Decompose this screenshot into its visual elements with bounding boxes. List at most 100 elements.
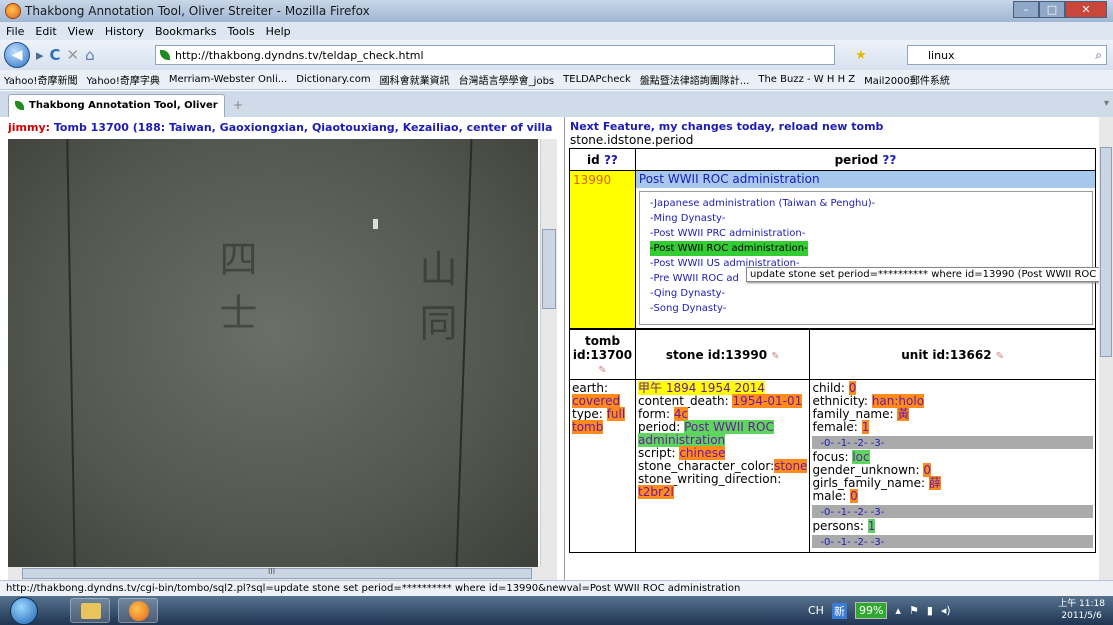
search-icon[interactable]: ⌕ bbox=[1095, 48, 1102, 63]
girls-family-name-value[interactable]: 薛 bbox=[928, 476, 941, 490]
back-button[interactable]: ◀ bbox=[4, 42, 30, 68]
url-bar[interactable]: http://thakbong.dyndns.tv/teldap_check.h… bbox=[155, 45, 835, 65]
ethnicity-value[interactable]: han:holo bbox=[871, 394, 925, 408]
bookmark-item[interactable]: Dictionary.com bbox=[296, 74, 370, 85]
flag-icon[interactable]: ⚑ bbox=[909, 604, 919, 617]
menu-tools[interactable]: Tools bbox=[227, 25, 254, 38]
color-value[interactable]: stone bbox=[774, 459, 808, 473]
period-option-selected[interactable]: -Post WWII ROC administration- bbox=[649, 241, 808, 256]
content-death-value[interactable]: 1954-01-01 bbox=[732, 394, 803, 408]
period-option[interactable]: -Japanese administration (Taiwan & Pengh… bbox=[650, 196, 1082, 211]
field-label: stone_character_color: bbox=[638, 459, 775, 473]
start-button[interactable] bbox=[10, 597, 38, 625]
period-value[interactable]: Post WWII ROC bbox=[684, 420, 774, 434]
focus-value[interactable]: loc bbox=[852, 450, 870, 464]
window-controls: – □ ✕ bbox=[1013, 1, 1107, 18]
stop-button[interactable]: ✕ bbox=[67, 46, 80, 64]
language-indicator[interactable]: CH bbox=[808, 604, 824, 617]
home-button[interactable]: ⌂ bbox=[85, 46, 95, 64]
count-scale[interactable]: -0- -1- -2- -3- bbox=[812, 436, 1093, 449]
earth-value[interactable]: covered bbox=[572, 394, 621, 408]
field-label: ethnicity: bbox=[812, 394, 868, 408]
bookmark-star-icon[interactable]: ★ bbox=[855, 48, 867, 63]
menu-help[interactable]: Help bbox=[266, 25, 291, 38]
period-option[interactable]: -Qing Dynasty- bbox=[650, 286, 1082, 301]
ime-indicator[interactable]: 新 bbox=[831, 602, 847, 619]
period-value[interactable]: administration bbox=[638, 433, 726, 447]
period-option[interactable]: -Ming Dynasty- bbox=[650, 211, 1082, 226]
field-label: male: bbox=[812, 489, 847, 503]
network-icon[interactable]: ▮ bbox=[927, 604, 933, 617]
stone-inscription: 四士 bbox=[213, 239, 257, 347]
bookmark-item[interactable]: Yahoo!奇摩新聞 bbox=[4, 72, 77, 87]
male-value[interactable]: 0 bbox=[850, 489, 858, 503]
window-title: Thakbong Annotation Tool, Oliver Streite… bbox=[25, 4, 370, 18]
reload-button[interactable]: C bbox=[50, 46, 61, 64]
maximize-button[interactable]: □ bbox=[1039, 1, 1065, 18]
tab-list-button[interactable]: ▾ bbox=[1104, 98, 1109, 109]
new-tab-button[interactable]: + bbox=[233, 98, 243, 112]
period-option[interactable]: -Song Dynasty- bbox=[650, 301, 1082, 316]
right-vertical-scrollbar[interactable] bbox=[1099, 117, 1113, 580]
bookmark-item[interactable]: 國科會就業資訊 bbox=[380, 72, 450, 87]
field-label: family_name: bbox=[812, 407, 894, 421]
tray-icon[interactable]: ▴ bbox=[895, 604, 901, 617]
period-option[interactable]: -Post WWII PRC administration- bbox=[650, 226, 1082, 241]
bookmark-item[interactable]: 盤點暨法律諮詢團隊計... bbox=[640, 72, 750, 87]
forward-button[interactable]: ▸ bbox=[36, 46, 44, 64]
tab-bar: Thakbong Annotation Tool, Oliver Str... … bbox=[0, 91, 1113, 133]
field-label: female: bbox=[812, 420, 858, 434]
scroll-thumb[interactable] bbox=[1100, 147, 1112, 357]
bookmark-item[interactable]: The Buzz - W H H Z bbox=[758, 74, 855, 85]
form-value[interactable]: 4c bbox=[673, 407, 689, 421]
female-value[interactable]: 1 bbox=[861, 420, 870, 434]
bookmark-item[interactable]: Merriam-Webster Onli... bbox=[169, 74, 287, 85]
tomb-fields: earth: covered type: full tomb bbox=[569, 379, 636, 553]
count-scale[interactable]: -0- -1- -2- -3- bbox=[812, 535, 1093, 548]
battery-indicator[interactable]: 99% bbox=[854, 602, 888, 619]
edit-icon[interactable]: ✎ bbox=[996, 351, 1004, 362]
edit-icon[interactable]: ✎ bbox=[771, 351, 779, 362]
gender-unknown-value[interactable]: 0 bbox=[923, 463, 932, 477]
bookmark-item[interactable]: Yahoo!奇摩字典 bbox=[86, 72, 159, 87]
minimize-button[interactable]: – bbox=[1013, 1, 1039, 18]
clock[interactable]: 上午 11:18 2011/5/6 bbox=[1058, 598, 1105, 622]
left-horizontal-scrollbar[interactable]: III bbox=[8, 567, 557, 580]
stone-mark bbox=[373, 219, 378, 229]
volume-icon[interactable]: ◂) bbox=[941, 604, 951, 617]
field-label: type: bbox=[572, 407, 603, 421]
menu-edit[interactable]: Edit bbox=[35, 25, 56, 38]
left-vertical-scrollbar[interactable] bbox=[540, 139, 557, 567]
edit-icon[interactable]: ✎ bbox=[598, 365, 606, 376]
explorer-taskbar-icon[interactable] bbox=[70, 598, 110, 623]
menu-history[interactable]: History bbox=[105, 25, 144, 38]
tab-thakbong[interactable]: Thakbong Annotation Tool, Oliver Str... bbox=[8, 94, 225, 133]
scroll-grip: III bbox=[268, 567, 276, 576]
action-links[interactable]: Next Feature, my changes today, reload n… bbox=[570, 120, 883, 133]
help-link[interactable]: ?? bbox=[882, 153, 896, 167]
type-value[interactable]: full bbox=[606, 407, 626, 421]
close-window-button[interactable]: ✕ bbox=[1065, 1, 1107, 18]
child-value[interactable]: 0 bbox=[848, 381, 857, 395]
family-name-value[interactable]: 黃 bbox=[897, 407, 910, 421]
current-period[interactable]: Post WWII ROC administration bbox=[635, 171, 1095, 188]
help-link[interactable]: ?? bbox=[604, 153, 618, 167]
menu-file[interactable]: File bbox=[6, 25, 24, 38]
bookmark-item[interactable]: TELDAPcheck bbox=[563, 74, 631, 85]
type-value[interactable]: tomb bbox=[572, 420, 604, 434]
script-value[interactable]: chinese bbox=[679, 446, 726, 460]
menu-bookmarks[interactable]: Bookmarks bbox=[155, 25, 216, 38]
search-input[interactable]: linux ⌕ bbox=[907, 45, 1107, 65]
firefox-taskbar-icon[interactable] bbox=[118, 598, 158, 623]
bookmark-item[interactable]: 台灣語言學學會_jobs bbox=[459, 72, 554, 87]
menu-view[interactable]: View bbox=[68, 25, 94, 38]
period-cell: Post WWII ROC administration -Japanese a… bbox=[634, 170, 1097, 329]
stone-dates[interactable]: 甲午 1894 1954 2014 bbox=[638, 381, 766, 395]
scroll-thumb[interactable] bbox=[542, 229, 556, 309]
count-scale[interactable]: -0- -1- -2- -3- bbox=[812, 505, 1093, 518]
persons-value[interactable]: 1 bbox=[867, 519, 876, 533]
direction-value[interactable]: t2br2l bbox=[638, 485, 674, 499]
bookmark-item[interactable]: Mail2000郵件系統 bbox=[864, 72, 950, 87]
scroll-thumb[interactable]: III bbox=[22, 567, 532, 579]
id-cell: 13990 bbox=[569, 170, 636, 329]
